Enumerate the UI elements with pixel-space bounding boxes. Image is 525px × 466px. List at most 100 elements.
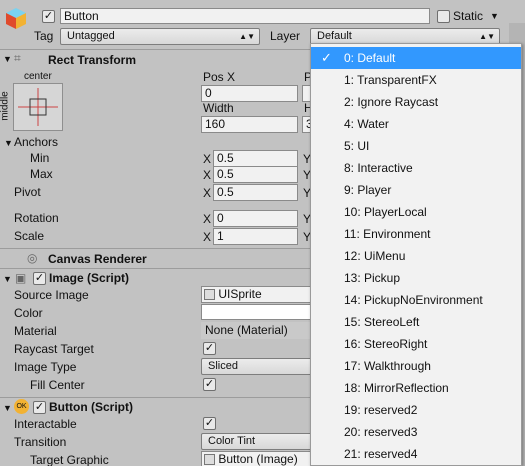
layer-menu-item[interactable]: 4: Water — [311, 113, 521, 135]
tag-dropdown[interactable]: Untagged ▲▼ — [60, 28, 260, 45]
chevron-down-icon: ▲▼ — [239, 32, 255, 41]
rotation-label: Rotation — [14, 211, 59, 225]
object-name-field[interactable]: Button — [60, 8, 430, 24]
fill-center-label: Fill Center — [30, 378, 85, 392]
source-image-value: UISprite — [218, 287, 262, 301]
gameobject-cube-icon — [4, 6, 28, 30]
layer-menu-item[interactable]: 20: reserved3 — [311, 421, 521, 443]
fill-center-checkbox[interactable]: ✓ — [203, 378, 216, 391]
scale-label: Scale — [14, 229, 45, 243]
raycast-target-label: Raycast Target — [14, 342, 94, 356]
image-type-label: Image Type — [14, 360, 77, 374]
tag-label: Tag — [34, 29, 54, 43]
layer-menu-item[interactable]: 14: PickupNoEnvironment — [311, 289, 521, 311]
pivot-x-axis-label: X — [203, 186, 212, 200]
pos-x-field[interactable]: 0 — [201, 85, 298, 102]
layer-label: Layer — [270, 29, 301, 43]
target-graphic-field[interactable]: Button (Image) — [201, 451, 316, 466]
interactable-checkbox[interactable]: ✓ — [203, 417, 216, 430]
color-swatch[interactable] — [201, 304, 316, 320]
anchor-max-x-axis-label: X — [203, 168, 212, 182]
transition-value: Color Tint — [208, 435, 256, 447]
anchor-max-label: Max — [30, 167, 53, 181]
anchor-preset-icon — [18, 88, 58, 126]
layer-menu-item[interactable]: 2: Ignore Raycast — [311, 91, 521, 113]
rotation-x-axis-label: X — [203, 212, 212, 226]
anchors-label: Anchors — [14, 135, 59, 149]
layer-menu-item[interactable]: 21: reserved4 — [311, 443, 521, 465]
width-field[interactable]: 160 — [201, 116, 298, 133]
layer-menu-item[interactable]: 17: Walkthrough — [311, 355, 521, 377]
button-enabled-checkbox[interactable]: ✓ — [33, 401, 46, 414]
layer-menu-item[interactable]: 18: MirrorReflection — [311, 377, 521, 399]
layer-menu-item-label: 12: UiMenu — [344, 249, 406, 263]
static-dropdown-arrow-icon[interactable]: ▼ — [490, 9, 499, 23]
color-label: Color — [14, 306, 43, 320]
layer-menu-item-label: 5: UI — [344, 139, 370, 153]
rotation-x-field[interactable]: 0 — [213, 210, 298, 227]
layer-menu-item-label: 0: Default — [344, 51, 396, 65]
button-component-icon: OK — [14, 399, 29, 414]
pivot-label: Pivot — [14, 185, 41, 199]
active-checkbox[interactable]: ✓ — [42, 10, 55, 23]
layer-menu-item-label: 13: Pickup — [344, 271, 401, 285]
layer-menu-item-label: 4: Water — [344, 117, 389, 131]
layer-value: Default — [317, 30, 352, 42]
image-enabled-checkbox[interactable]: ✓ — [33, 272, 46, 285]
layer-menu-item-label: 21: reserved4 — [344, 447, 418, 461]
raycast-target-checkbox[interactable]: ✓ — [203, 342, 216, 355]
layer-menu-item[interactable]: 13: Pickup — [311, 267, 521, 289]
rect-transform-icon: ⌗ — [14, 51, 21, 65]
static-checkbox[interactable] — [437, 10, 450, 23]
layer-menu-item[interactable]: 11: Environment — [311, 223, 521, 245]
foldout-arrow-icon[interactable]: ▼ — [3, 52, 12, 66]
layer-menu-item-label: 15: StereoLeft — [344, 315, 420, 329]
layer-menu-item[interactable]: 15: StereoLeft — [311, 311, 521, 333]
material-label: Material — [14, 324, 57, 338]
layer-menu-item-label: 20: reserved3 — [344, 425, 418, 439]
anchor-min-label: Min — [30, 151, 50, 165]
target-graphic-label: Target Graphic — [30, 453, 109, 466]
layer-menu-item-label: 10: PlayerLocal — [344, 205, 427, 219]
pivot-x-field[interactable]: 0.5 — [213, 184, 298, 201]
layer-menu-item-label: 11: Environment — [344, 227, 431, 241]
anchor-presets-button[interactable] — [13, 83, 63, 131]
target-graphic-value: Button (Image) — [218, 452, 298, 466]
foldout-arrow-icon[interactable]: ▼ — [3, 401, 12, 415]
layer-menu-item[interactable]: 10: PlayerLocal — [311, 201, 521, 223]
anchor-min-x-field[interactable]: 0.5 — [213, 150, 298, 167]
layer-menu-item-label: 8: Interactive — [344, 161, 413, 175]
scale-x-axis-label: X — [203, 230, 212, 244]
scale-x-field[interactable]: 1 — [213, 228, 298, 245]
anchor-min-x-axis-label: X — [203, 152, 212, 166]
transition-label: Transition — [14, 435, 67, 449]
image-type-dropdown[interactable]: Sliced — [201, 358, 316, 375]
layer-menu-item-label: 17: Walkthrough — [344, 359, 431, 373]
button-component-title: Button (Script) — [49, 400, 133, 414]
layer-menu-item[interactable]: 12: UiMenu — [311, 245, 521, 267]
canvas-renderer-title: Canvas Renderer — [48, 252, 147, 266]
layer-menu-item[interactable]: 19: reserved2 — [311, 399, 521, 421]
transition-dropdown[interactable]: Color Tint — [201, 433, 316, 450]
material-field[interactable]: None (Material) — [201, 322, 316, 339]
interactable-label: Interactable — [14, 417, 77, 431]
sprite-icon — [204, 289, 215, 300]
layer-menu-item[interactable]: 8: Interactive — [311, 157, 521, 179]
layer-menu-item[interactable]: 1: TransparentFX — [311, 69, 521, 91]
layer-menu-item[interactable]: 16: StereoRight — [311, 333, 521, 355]
anchor-max-x-field[interactable]: 0.5 — [213, 166, 298, 183]
layer-menu-item-label: 18: MirrorReflection — [344, 381, 449, 395]
anchor-preset-top-label: center — [24, 71, 52, 82]
layer-menu-item-label: 1: TransparentFX — [344, 73, 437, 87]
source-image-field[interactable]: UISprite — [201, 286, 316, 303]
image-type-value: Sliced — [208, 360, 238, 372]
layer-menu-item[interactable]: 9: Player — [311, 179, 521, 201]
tag-value: Untagged — [67, 30, 115, 42]
pos-x-label: Pos X — [203, 70, 236, 84]
foldout-arrow-icon[interactable]: ▼ — [3, 272, 12, 286]
anchors-foldout-icon[interactable]: ▼ — [4, 136, 13, 150]
layer-menu-item-label: 9: Player — [344, 183, 392, 197]
layer-menu-item[interactable]: 5: UI — [311, 135, 521, 157]
image-component-title: Image (Script) — [49, 271, 130, 285]
layer-menu-item[interactable]: ✓ 0: Default — [311, 47, 521, 69]
